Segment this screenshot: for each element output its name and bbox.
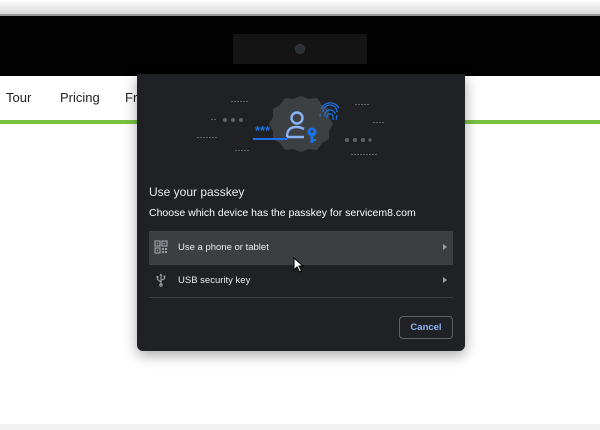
cancel-button[interactable]: Cancel	[399, 316, 453, 339]
qr-code-icon	[154, 240, 168, 254]
option-label: USB security key	[178, 275, 251, 286]
camera-housing	[233, 34, 367, 64]
nav-link-tour[interactable]: Tour	[6, 90, 31, 105]
svg-text:***: ***	[255, 123, 271, 138]
chevron-right-icon	[443, 244, 447, 250]
screen: Tour Pricing Fr *** Use your passkey Cho…	[0, 0, 600, 430]
chevron-right-icon	[443, 277, 447, 283]
option-label: Use a phone or tablet	[178, 242, 269, 253]
nav-link-pricing[interactable]: Pricing	[60, 90, 100, 105]
nav-link-features[interactable]: Fr	[125, 90, 137, 105]
webcam-icon	[296, 45, 304, 53]
dialog-subtitle: Choose which device has the passkey for …	[149, 207, 416, 219]
usb-icon	[156, 273, 166, 287]
page-footer-strip	[0, 424, 600, 430]
laptop-bezel	[0, 14, 600, 76]
passkey-illustration: ***	[197, 96, 384, 155]
mouse-pointer-icon	[293, 257, 305, 273]
passkey-dialog: *** Use your passkey Choose which device…	[137, 74, 465, 351]
laptop-bezel-edge	[0, 0, 600, 14]
divider-bottom	[149, 297, 453, 298]
dialog-title: Use your passkey	[149, 185, 245, 199]
